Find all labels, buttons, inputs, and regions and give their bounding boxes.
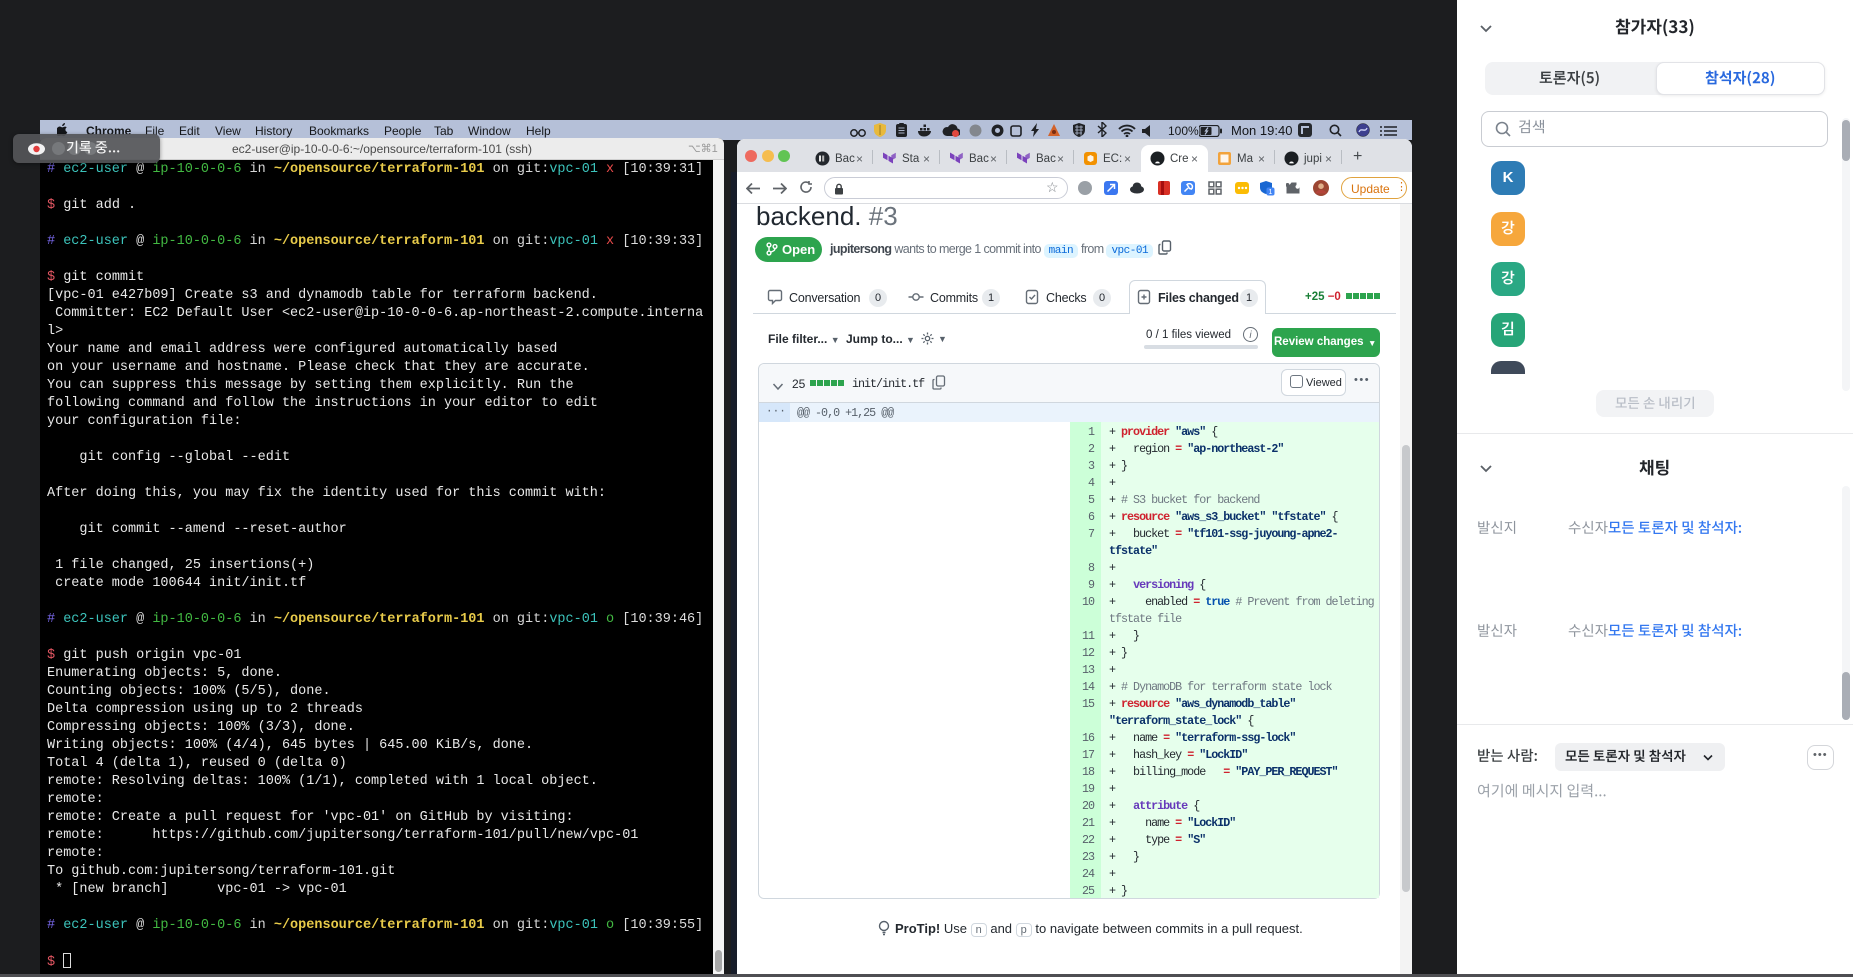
svg-text:1: 1 <box>1269 189 1273 196</box>
